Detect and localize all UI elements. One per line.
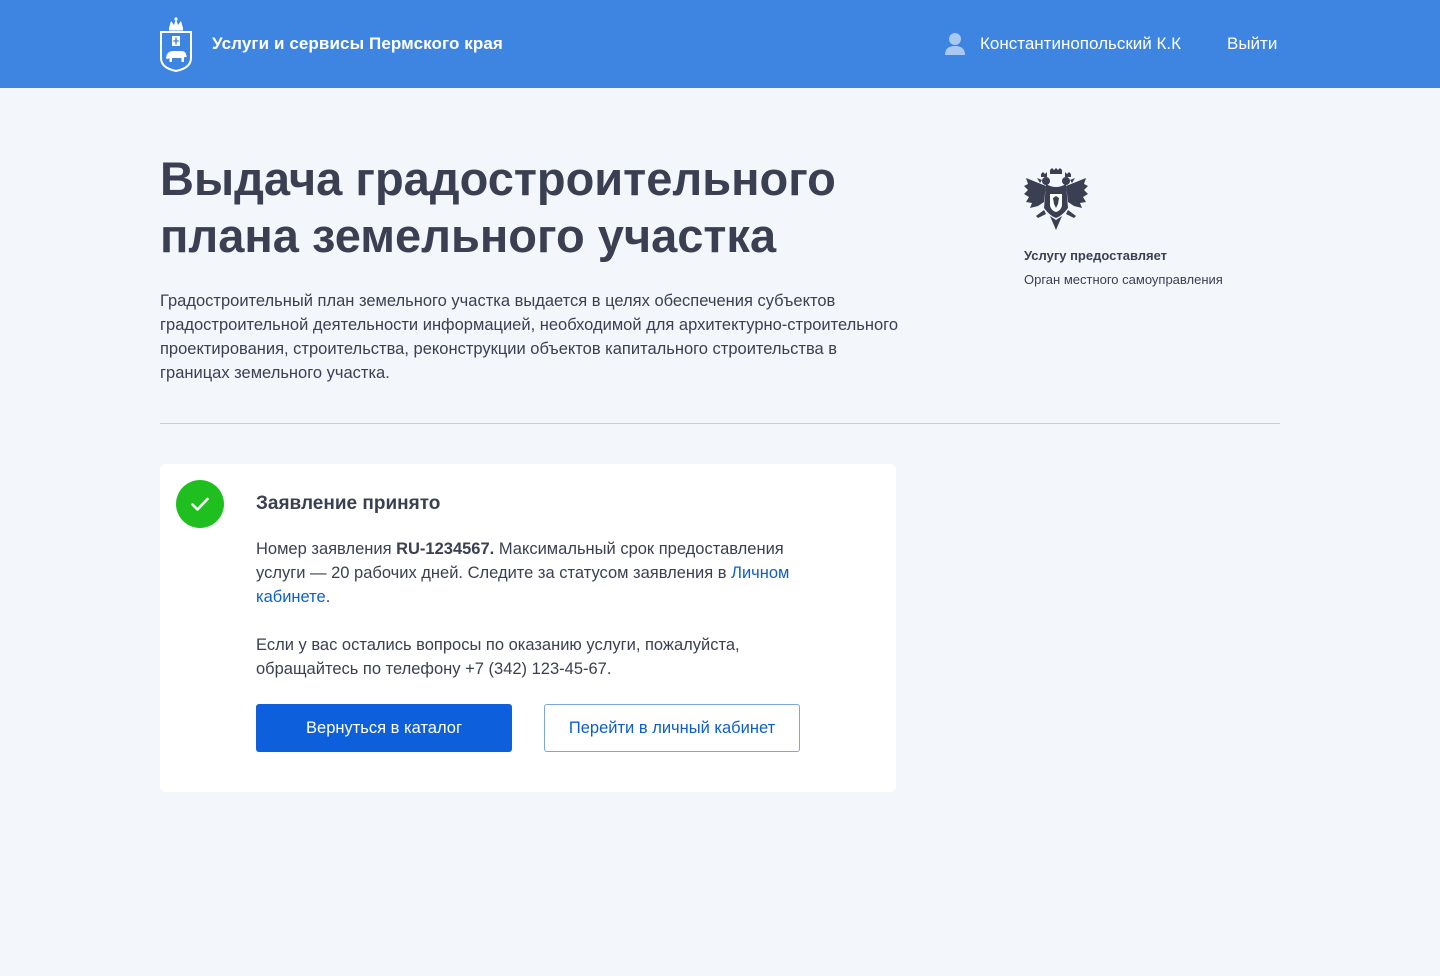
number-prefix: Номер заявления — [256, 540, 397, 558]
go-to-cabinet-button[interactable]: Перейти в личный кабинет — [544, 704, 800, 752]
check-circle-icon — [176, 480, 224, 528]
contact-info: Если у вас остались вопросы по оказанию … — [256, 636, 740, 678]
logout-link[interactable]: Выйти — [1227, 34, 1277, 54]
provider-label: Услугу предоставляет — [1024, 248, 1168, 263]
section-divider — [160, 423, 1280, 424]
link-suffix: . — [325, 588, 331, 606]
status-title: Заявление принято — [256, 493, 441, 514]
application-info: Номер заявления RU-1234567. Максимальный… — [256, 537, 816, 609]
perm-krai-coat-of-arms-icon[interactable] — [160, 16, 192, 73]
result-card: Заявление принято Номер заявления RU-123… — [160, 464, 896, 792]
user-name[interactable]: Константинопольский К.К — [980, 34, 1181, 54]
double-headed-eagle-emblem-icon — [1022, 168, 1090, 232]
user-icon — [944, 32, 966, 56]
service-description: Градостроительный план земельного участк… — [160, 292, 898, 382]
top-header: Услуги и сервисы Пермского края Констант… — [0, 0, 1440, 88]
page-title: Выдача градостроительного плана земельно… — [160, 152, 836, 262]
provider-value: Орган местного самоуправления — [1024, 272, 1223, 287]
application-number: RU-1234567. — [396, 540, 495, 558]
back-to-catalog-button[interactable]: Вернуться в каталог — [256, 704, 512, 752]
site-title[interactable]: Услуги и сервисы Пермского края — [212, 34, 503, 54]
